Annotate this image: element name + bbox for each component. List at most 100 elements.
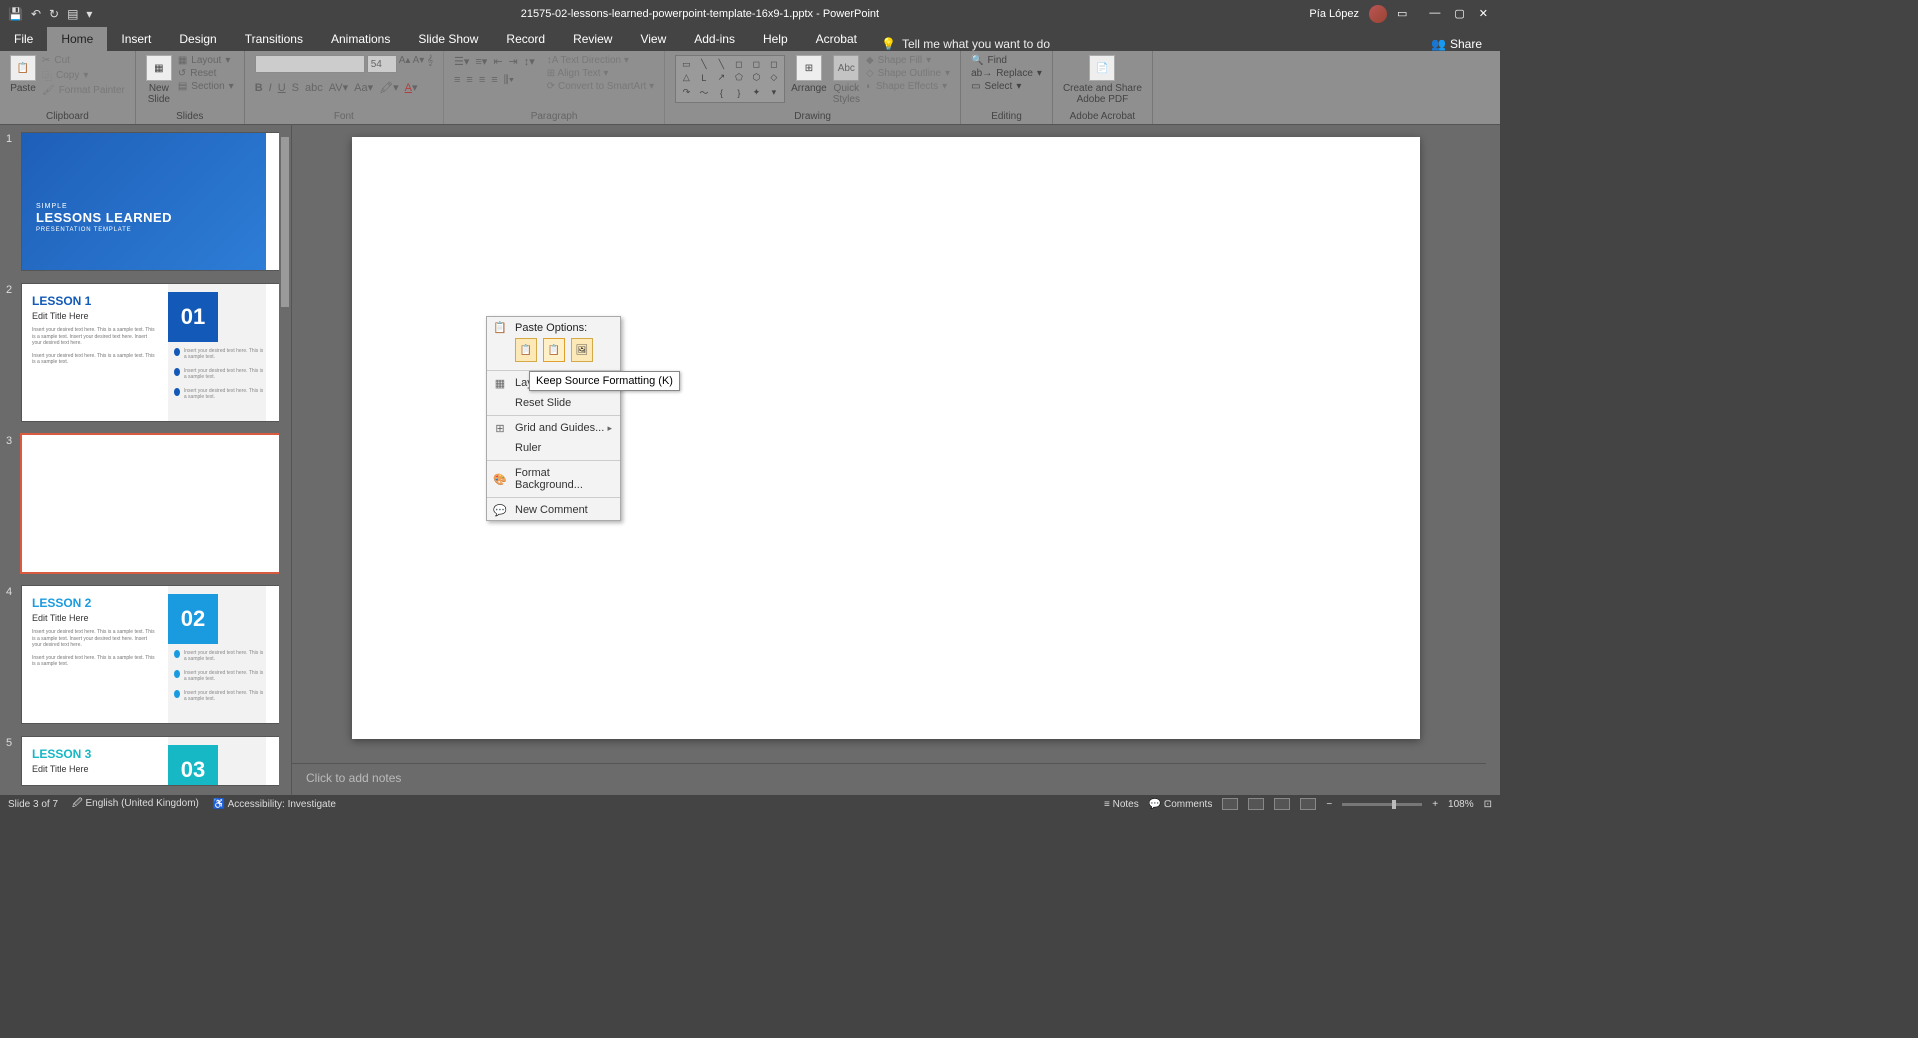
indent-right-button[interactable]: ⇥ — [509, 55, 518, 68]
maximize-icon[interactable]: ▢ — [1454, 7, 1464, 20]
tab-review[interactable]: Review — [559, 27, 626, 51]
format-painter-button[interactable]: 🖌 Format Painter — [42, 85, 125, 96]
shapeeffects-button[interactable]: ◐ Shape Effects ▾ — [866, 81, 950, 92]
close-icon[interactable]: ✕ — [1479, 7, 1488, 20]
fit-window-button[interactable]: ⊡ — [1484, 799, 1492, 810]
find-button[interactable]: 🔍 Find — [971, 55, 1042, 66]
slide-counter[interactable]: Slide 3 of 7 — [8, 799, 58, 810]
thumbnail-1[interactable]: 1 SIMPLE LESSONS LEARNED PRESENTATION TE… — [22, 133, 281, 270]
tab-slideshow[interactable]: Slide Show — [404, 27, 492, 51]
tab-acrobat[interactable]: Acrobat — [802, 27, 871, 51]
shapeoutline-button[interactable]: ◇ Shape Outline ▾ — [866, 68, 950, 79]
user-avatar[interactable] — [1369, 5, 1387, 23]
tab-view[interactable]: View — [626, 27, 680, 51]
aligntext-button[interactable]: ⊞ Align Text ▾ — [547, 68, 654, 79]
paste-button[interactable]: 📋 Paste — [10, 55, 36, 94]
shapes-gallery[interactable]: ▭╲╲◻◻◻ △L↗⬠⬡◇ ↷〜{}✦▾ — [675, 55, 785, 103]
zoom-level[interactable]: 108% — [1448, 799, 1474, 810]
strike-button[interactable]: abc — [305, 82, 323, 94]
thumbnail-4[interactable]: 4 LESSON 2 Edit Title Here Insert your d… — [22, 586, 281, 723]
zoom-in-button[interactable]: + — [1432, 799, 1438, 810]
adobe-pdf-button[interactable]: 📄 Create and Share Adobe PDF — [1063, 55, 1142, 105]
language-indicator[interactable]: 🖉 English (United Kingdom) — [72, 796, 199, 813]
shapefill-button[interactable]: ◆ Shape Fill ▾ — [866, 55, 950, 66]
notes-toggle[interactable]: ≡ Notes — [1104, 799, 1139, 810]
case-button[interactable]: Aa▾ — [354, 81, 373, 94]
tab-record[interactable]: Record — [492, 27, 559, 51]
select-button[interactable]: ▭ Select ▾ — [971, 81, 1042, 92]
comments-toggle[interactable]: 💬 Comments — [1149, 799, 1213, 810]
smartart-button[interactable]: ⟳ Convert to SmartArt ▾ — [547, 81, 654, 92]
underline-button[interactable]: U — [278, 82, 286, 94]
slideshow-view-button[interactable] — [1300, 798, 1316, 810]
bullets-button[interactable]: ☰▾ — [454, 55, 469, 68]
sorter-view-button[interactable] — [1248, 798, 1264, 810]
thumbnail-5[interactable]: 5 LESSON 3 Edit Title Here 03 — [22, 737, 281, 785]
accessibility-indicator[interactable]: ♿ Accessibility: Investigate — [213, 799, 336, 810]
zoom-out-button[interactable]: − — [1326, 799, 1332, 810]
paragraph-group-label: Paragraph — [454, 111, 654, 124]
reset-button[interactable]: ↺ Reset — [178, 68, 234, 79]
undo-icon[interactable]: ↶ — [31, 7, 41, 21]
ctx-ruler[interactable]: Ruler — [487, 438, 620, 458]
notes-pane[interactable]: Click to add notes — [292, 763, 1486, 795]
scrollbar-handle[interactable] — [281, 137, 289, 307]
thumbnail-2[interactable]: 2 LESSON 1 Edit Title Here Insert your d… — [22, 284, 281, 421]
zoom-slider-handle[interactable] — [1392, 800, 1396, 809]
tell-me[interactable]: 💡 Tell me what you want to do — [871, 37, 1060, 51]
fontcolor-button[interactable]: A▾ — [405, 81, 418, 94]
justify-button[interactable]: ≡ — [491, 74, 497, 87]
tab-home[interactable]: Home — [47, 27, 107, 51]
arrange-button[interactable]: ⊞ Arrange — [791, 55, 827, 94]
quickstyles-button[interactable]: Abc Quick Styles — [833, 55, 860, 105]
ctx-format-background[interactable]: 🎨 Format Background... — [487, 463, 620, 495]
tab-animations[interactable]: Animations — [317, 27, 404, 51]
spacing-button[interactable]: AV▾ — [329, 81, 348, 94]
shadow-button[interactable]: S — [292, 82, 299, 94]
reading-view-button[interactable] — [1274, 798, 1290, 810]
textdirection-button[interactable]: ↕A Text Direction ▾ — [547, 55, 654, 66]
layout-button[interactable]: ▦ Layout ▾ — [178, 55, 234, 66]
start-icon[interactable]: ▤ — [67, 7, 78, 21]
ctx-new-comment[interactable]: 💬 New Comment — [487, 500, 620, 520]
align-center-button[interactable]: ≡ — [466, 74, 472, 87]
thumbnail-scrollbar[interactable] — [279, 125, 291, 795]
numbering-button[interactable]: ≡▾ — [475, 55, 487, 68]
indent-left-button[interactable]: ⇤ — [493, 55, 502, 68]
font-name-input[interactable] — [255, 55, 365, 73]
columns-button[interactable]: ⫼▾ — [504, 74, 514, 87]
zoom-slider[interactable] — [1342, 803, 1422, 806]
align-left-button[interactable]: ≡ — [454, 74, 460, 87]
tab-design[interactable]: Design — [165, 27, 230, 51]
paste-keep-source-button[interactable]: 📋 — [543, 338, 565, 362]
copy-button[interactable]: ⿻ Copy ▾ — [42, 68, 125, 83]
paste-picture-button[interactable]: 🖼 — [571, 338, 593, 362]
share-button[interactable]: 👥 Share — [1413, 37, 1500, 51]
user-name[interactable]: Pía López — [1309, 8, 1359, 20]
new-slide-button[interactable]: ▦ New Slide — [146, 55, 172, 105]
tab-help[interactable]: Help — [749, 27, 802, 51]
font-size-input[interactable]: 54 — [367, 55, 397, 73]
tab-transitions[interactable]: Transitions — [231, 27, 317, 51]
tab-file[interactable]: File — [0, 27, 47, 51]
tab-insert[interactable]: Insert — [107, 27, 165, 51]
thumbnail-3[interactable]: 3 — [22, 435, 281, 572]
ctx-grid-guides[interactable]: ⊞ Grid and Guides...▸ — [487, 418, 620, 438]
section-button[interactable]: ▤ Section ▾ — [178, 81, 234, 92]
replace-button[interactable]: ab→ Replace ▾ — [971, 68, 1042, 79]
ctx-reset-slide[interactable]: Reset Slide — [487, 393, 620, 413]
ribbon-options-icon[interactable]: ▭ — [1397, 7, 1407, 20]
save-icon[interactable]: 💾 — [8, 7, 23, 21]
linespacing-button[interactable]: ↕▾ — [524, 55, 535, 68]
italic-button[interactable]: I — [269, 82, 272, 94]
paste-use-destination-button[interactable]: 📋 — [515, 338, 537, 362]
redo-icon[interactable]: ↻ — [49, 7, 59, 21]
bold-button[interactable]: B — [255, 82, 263, 94]
normal-view-button[interactable] — [1222, 798, 1238, 810]
qat-more-icon[interactable]: ▾ — [86, 7, 92, 21]
minimize-icon[interactable]: — — [1429, 7, 1440, 20]
cut-button[interactable]: ✂ Cut — [42, 55, 125, 66]
highlight-button[interactable]: 🖍▾ — [379, 81, 399, 94]
align-right-button[interactable]: ≡ — [479, 74, 485, 87]
tab-addins[interactable]: Add-ins — [680, 27, 749, 51]
